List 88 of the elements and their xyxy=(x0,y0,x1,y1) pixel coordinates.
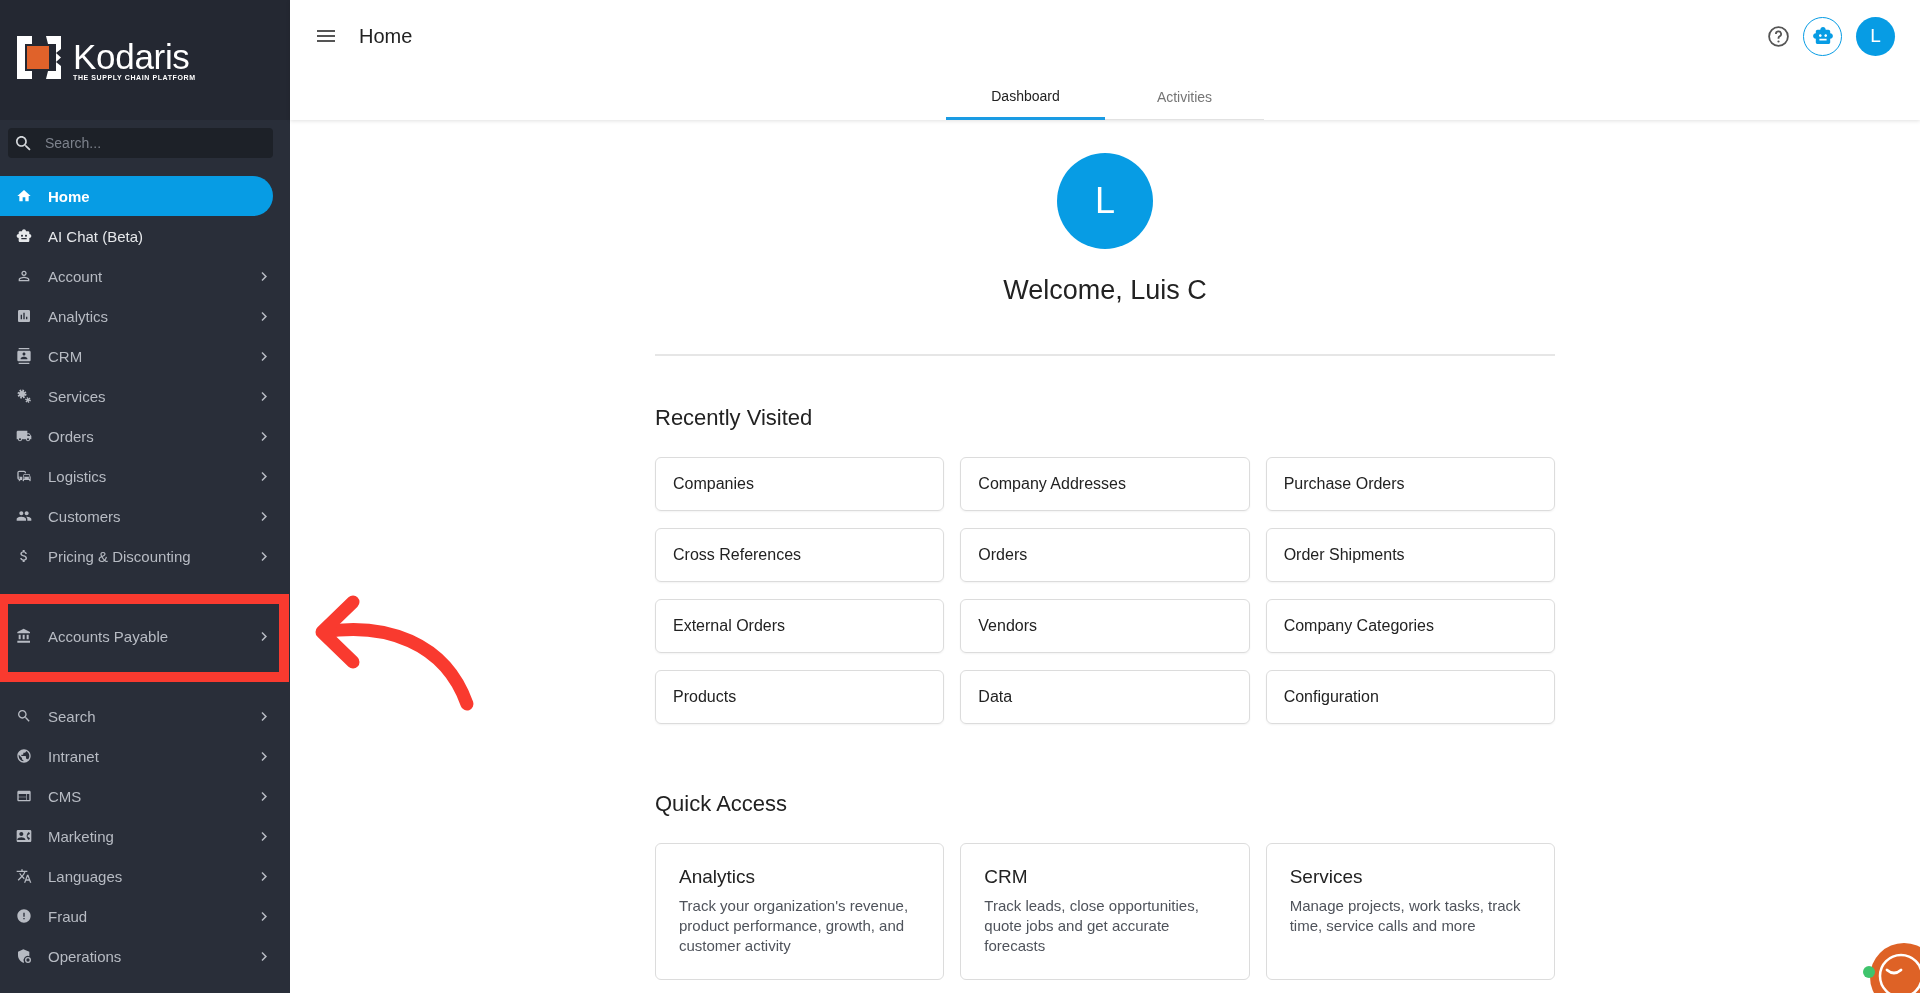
gears-icon xyxy=(16,388,32,404)
page-title: Home xyxy=(359,24,413,48)
bar-chart-icon xyxy=(16,308,32,324)
chevron-right-icon xyxy=(261,871,267,881)
car-and-bus-icon xyxy=(16,468,32,484)
id-card-icon xyxy=(16,828,32,844)
sidebar-item[interactable]: Search xyxy=(0,696,273,736)
chevron-right-icon xyxy=(261,391,267,401)
person-icon xyxy=(16,268,32,284)
robot-icon xyxy=(16,228,32,244)
sidebar-item[interactable]: Accounts Payable xyxy=(0,616,273,656)
section-heading: Recently Visited xyxy=(655,404,813,432)
sidebar-item[interactable]: Services xyxy=(0,376,273,416)
logo-icon xyxy=(17,36,61,79)
chevron-right-icon xyxy=(261,831,267,841)
globe-icon xyxy=(16,748,32,764)
help-icon xyxy=(1767,25,1789,47)
card-title: Analytics xyxy=(679,865,756,889)
search-field[interactable]: Search... xyxy=(8,128,273,158)
menu-icon xyxy=(317,30,335,42)
shortcut-card[interactable]: Products xyxy=(655,670,945,724)
sidebar-item[interactable]: Fraud xyxy=(0,896,273,936)
browser-window-icon xyxy=(16,788,32,804)
shortcut-card[interactable]: Vendors xyxy=(960,599,1250,653)
exclamation-icon xyxy=(16,908,32,924)
chevron-right-icon xyxy=(261,511,267,521)
shortcut-card[interactable]: Companies xyxy=(655,457,945,511)
section-heading: Quick Access xyxy=(655,790,788,818)
shortcut-card[interactable]: Company Categories xyxy=(1265,599,1555,653)
sidebar-item[interactable]: Marketing xyxy=(0,816,273,856)
chevron-right-icon xyxy=(261,551,267,561)
sidebar-item[interactable]: Pricing & Discounting xyxy=(0,536,273,576)
chevron-right-icon xyxy=(261,911,267,921)
tab[interactable]: Dashboard xyxy=(946,72,1105,120)
shortcut-card[interactable]: Cross References xyxy=(655,528,945,582)
help-button[interactable] xyxy=(1765,23,1791,49)
sidebar-item[interactable]: Analytics xyxy=(0,296,273,336)
chevron-right-icon xyxy=(261,791,267,801)
feature-card[interactable]: Services Manage projects, work tasks, track time, service calls and more xyxy=(1265,843,1555,980)
card-description: Track leads, close opportunities, quote jobs and get accurate forecasts xyxy=(984,896,1200,956)
translate-icon xyxy=(16,868,32,884)
chevron-right-icon xyxy=(261,751,267,761)
shortcut-card[interactable]: Company Addresses xyxy=(960,457,1250,511)
shortcut-card[interactable]: External Orders xyxy=(655,599,945,653)
welcome-heading: Welcome, Luis C xyxy=(1003,274,1207,307)
chat-bubble-icon[interactable] xyxy=(1870,943,1920,993)
truck-icon xyxy=(16,428,32,444)
brand-name: Kodaris xyxy=(73,41,190,72)
chevron-right-icon xyxy=(261,271,267,281)
bank-icon xyxy=(16,628,32,644)
chevron-right-icon xyxy=(261,431,267,441)
people-icon xyxy=(16,508,32,524)
assistant-button[interactable] xyxy=(1803,16,1842,56)
chevron-right-icon xyxy=(261,631,267,641)
card-description: Track your organization's revenue, product performance, growth, and customer activity xyxy=(679,896,910,956)
sidebar-item[interactable]: Orders xyxy=(0,416,273,456)
feature-card[interactable]: CRM Track leads, close opportunities, quote jobs and get accurate forecasts xyxy=(960,843,1250,980)
search-icon xyxy=(16,135,31,151)
sidebar-item[interactable]: AI Chat (Beta) xyxy=(0,216,273,256)
shortcut-card[interactable]: Order Shipments xyxy=(1265,528,1555,582)
sidebar-item[interactable]: Languages xyxy=(0,856,273,896)
chevron-right-icon xyxy=(261,711,267,721)
robot-icon xyxy=(1812,27,1833,45)
sidebar-item[interactable]: Intranet xyxy=(0,736,273,776)
shortcut-card[interactable]: Configuration xyxy=(1265,670,1555,724)
sidebar-item[interactable]: Logistics xyxy=(0,456,273,496)
shortcut-card[interactable]: Orders xyxy=(960,528,1250,582)
sidebar-item[interactable]: Operations xyxy=(0,936,273,976)
chevron-right-icon xyxy=(261,351,267,361)
sidebar-item[interactable]: Account xyxy=(0,256,273,296)
chevron-right-icon xyxy=(261,951,267,961)
home-icon xyxy=(16,188,32,204)
card-description: Manage projects, work tasks, track time, service calls and more xyxy=(1289,896,1522,936)
sidebar-item[interactable]: CRM xyxy=(0,336,273,376)
card-title: CRM xyxy=(984,865,1028,889)
feature-card[interactable]: Analytics Track your organization's revenue, product performance, growth, and customer activity xyxy=(655,843,945,980)
shortcut-card[interactable]: Data xyxy=(960,670,1250,724)
chevron-right-icon xyxy=(261,471,267,481)
card-title: Services xyxy=(1289,865,1363,889)
search-icon xyxy=(16,708,32,724)
shield-gear-icon xyxy=(16,948,32,964)
contact-card-icon xyxy=(16,348,32,364)
chevron-right-icon xyxy=(261,311,267,321)
shortcut-card[interactable]: Purchase Orders xyxy=(1265,457,1555,511)
sidebar-item[interactable]: Customers xyxy=(0,496,273,536)
profile-avatar: L xyxy=(1057,153,1153,249)
sidebar-item[interactable]: CMS xyxy=(0,776,273,816)
tab[interactable]: Activities xyxy=(1105,72,1264,120)
